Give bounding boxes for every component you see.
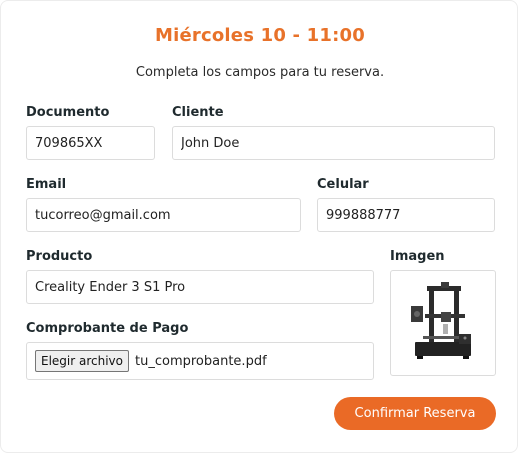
3d-printer-image	[411, 282, 471, 359]
choose-file-button[interactable]: Elegir archivo	[35, 350, 130, 372]
email-label: Email	[26, 177, 67, 192]
selected-file-name: tu_comprobante.pdf	[135, 353, 267, 369]
email-field[interactable]	[26, 198, 301, 232]
confirm-reservation-button[interactable]: Confirmar Reserva	[334, 397, 496, 430]
imagen-label: Imagen	[390, 249, 445, 264]
comprobante-label: Comprobante de Pago	[26, 321, 189, 336]
comprobante-file-input[interactable]: Elegir archivo tu_comprobante.pdf	[26, 342, 374, 380]
celular-label: Celular	[317, 177, 369, 192]
reservation-card: Miércoles 10 - 11:00 Completa los campos…	[0, 0, 518, 453]
producto-label: Producto	[26, 249, 93, 264]
form-subtitle: Completa los campos para tu reserva.	[135, 65, 385, 80]
product-image-box	[390, 270, 496, 376]
documento-field[interactable]	[26, 126, 155, 160]
producto-field[interactable]	[26, 270, 374, 304]
cliente-field[interactable]	[172, 126, 495, 160]
cliente-label: Cliente	[172, 105, 224, 120]
documento-label: Documento	[26, 105, 110, 120]
celular-field[interactable]	[317, 198, 495, 232]
page-title: Miércoles 10 - 11:00	[155, 25, 365, 46]
